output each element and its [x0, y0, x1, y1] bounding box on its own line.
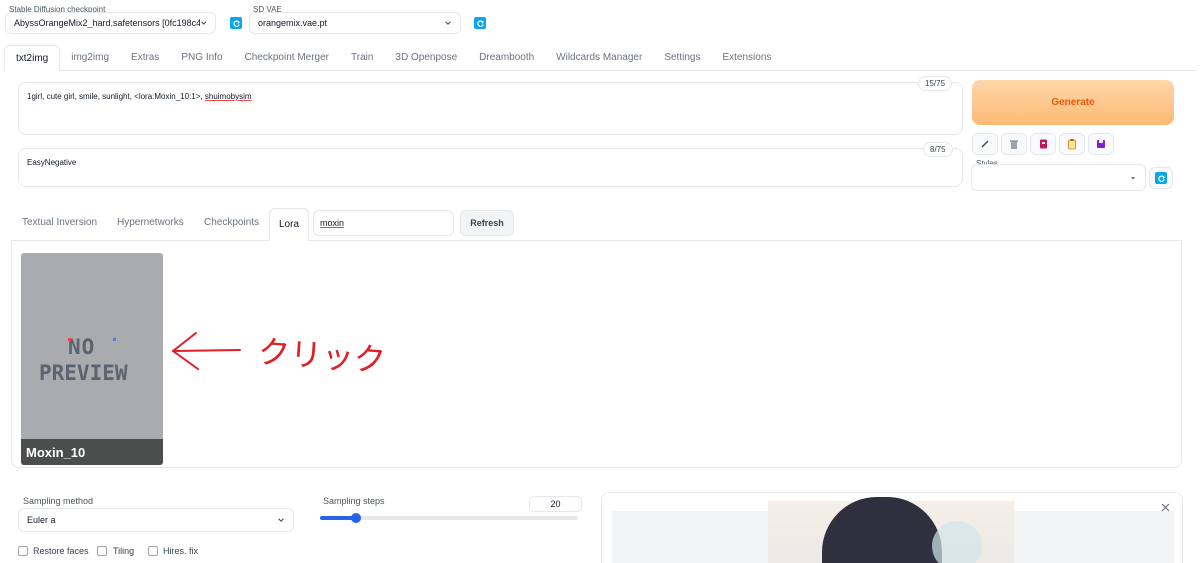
- sampling-steps-label: Sampling steps: [323, 496, 385, 506]
- subtab-hypernetworks[interactable]: Hypernetworks: [117, 217, 184, 228]
- pixel-dot: [68, 338, 71, 341]
- clear-prompt-button[interactable]: [1001, 133, 1027, 155]
- prompt-text-underlined: shuimobysim: [204, 92, 252, 101]
- card-icon: [1040, 139, 1047, 149]
- hires-fix-label: Hires. fix: [163, 546, 199, 556]
- slider-thumb[interactable]: [351, 513, 362, 523]
- prompt-text-main: 1girl, cute girl, smile, sunlight, <lora…: [27, 92, 205, 101]
- lora-card-name: Moxin_10: [21, 439, 163, 465]
- tab-settings[interactable]: Settings: [653, 44, 711, 70]
- tab-txt2img[interactable]: txt2img: [4, 45, 61, 71]
- chevron-down-icon: [278, 518, 284, 522]
- negative-token-counter: 8/75: [923, 142, 953, 157]
- negative-prompt-text: EasyNegative: [27, 158, 77, 167]
- main-tabs: txt2img img2img Extras PNG Info Checkpoi…: [4, 45, 1196, 71]
- negative-prompt-textarea[interactable]: EasyNegative: [18, 148, 963, 187]
- refresh-checkpoint-button[interactable]: [230, 17, 242, 29]
- refresh-vae-button[interactable]: [474, 17, 486, 29]
- subtab-lora[interactable]: Lora: [269, 208, 309, 241]
- tab-extensions[interactable]: Extensions: [711, 44, 782, 70]
- sampling-method-label: Sampling method: [23, 496, 94, 506]
- image-accent: [932, 521, 982, 563]
- hires-fix-checkbox[interactable]: [148, 546, 158, 556]
- tab-divider: [309, 240, 1182, 241]
- tab-checkpoint-merger[interactable]: Checkpoint Merger: [234, 44, 340, 70]
- vae-select[interactable]: orangemix.vae.pt: [249, 12, 461, 34]
- subtab-textual-inversion[interactable]: Textual Inversion: [22, 217, 97, 228]
- apply-style-button[interactable]: [1059, 133, 1085, 155]
- save-style-button[interactable]: [1088, 133, 1114, 155]
- generate-button[interactable]: Generate: [972, 80, 1174, 125]
- sampling-steps-number[interactable]: 20: [529, 496, 582, 512]
- output-gallery: [601, 492, 1183, 563]
- extra-networks-button[interactable]: [1030, 133, 1056, 155]
- refresh-icon: [232, 19, 240, 27]
- tiling-label: Tiling: [113, 546, 135, 556]
- clipboard-icon: [1068, 139, 1076, 150]
- caret-down-icon: [1131, 176, 1135, 179]
- refresh-icon: [1155, 172, 1167, 184]
- tab-3d-openpose[interactable]: 3D Openpose: [384, 44, 468, 70]
- no-preview-image: NO PREVIEW: [21, 253, 163, 439]
- annotation-text: クリック: [256, 332, 388, 380]
- checkpoint-value: AbyssOrangeMix2_hard.safetensors [0fc198…: [14, 18, 200, 28]
- chevron-down-icon: [200, 21, 206, 25]
- trash-icon: [1010, 140, 1018, 149]
- lora-card[interactable]: NO PREVIEW Moxin_10: [21, 253, 163, 465]
- prompt-token-counter: 15/75: [918, 76, 953, 91]
- vae-value: orangemix.vae.pt: [258, 18, 328, 28]
- tab-divider: [11, 240, 269, 241]
- preview-line2: PREVIEW: [39, 361, 128, 385]
- prompt-text: 1girl, cute girl, smile, sunlight, <lora…: [27, 92, 252, 101]
- pixel-dot: [113, 338, 116, 341]
- tiling-checkbox[interactable]: [97, 546, 107, 556]
- search-value: moxin: [320, 218, 345, 228]
- tab-train[interactable]: Train: [340, 44, 384, 70]
- styles-select[interactable]: [971, 164, 1146, 191]
- refresh-networks-button[interactable]: Refresh: [460, 210, 514, 236]
- chevron-down-icon: [445, 21, 451, 25]
- close-icon[interactable]: [1161, 503, 1170, 512]
- sampling-method-value: Euler a: [27, 515, 56, 525]
- read-params-button[interactable]: [972, 133, 998, 155]
- save-icon: [1097, 140, 1105, 148]
- refresh-icon: [476, 19, 484, 27]
- preview-line1: NO: [68, 335, 96, 359]
- subtab-checkpoints[interactable]: Checkpoints: [204, 217, 259, 228]
- refresh-styles-button[interactable]: [1149, 167, 1173, 189]
- arrow-diagonal-icon: [981, 140, 989, 148]
- restore-faces-label: Restore faces: [33, 546, 89, 556]
- tab-wildcards-manager[interactable]: Wildcards Manager: [545, 44, 653, 70]
- tab-png-info[interactable]: PNG Info: [170, 44, 233, 70]
- restore-faces-checkbox[interactable]: [18, 546, 28, 556]
- checkpoint-select[interactable]: AbyssOrangeMix2_hard.safetensors [0fc198…: [5, 12, 216, 34]
- sampling-method-select[interactable]: Euler a: [18, 508, 294, 532]
- prompt-textarea[interactable]: 1girl, cute girl, smile, sunlight, <lora…: [18, 82, 963, 135]
- output-image[interactable]: [612, 497, 1174, 563]
- tab-img2img[interactable]: img2img: [60, 44, 120, 70]
- search-input[interactable]: moxin: [313, 210, 454, 236]
- tab-dreambooth[interactable]: Dreambooth: [468, 44, 545, 70]
- annotation-arrow: [172, 332, 241, 370]
- tab-extras[interactable]: Extras: [120, 44, 170, 70]
